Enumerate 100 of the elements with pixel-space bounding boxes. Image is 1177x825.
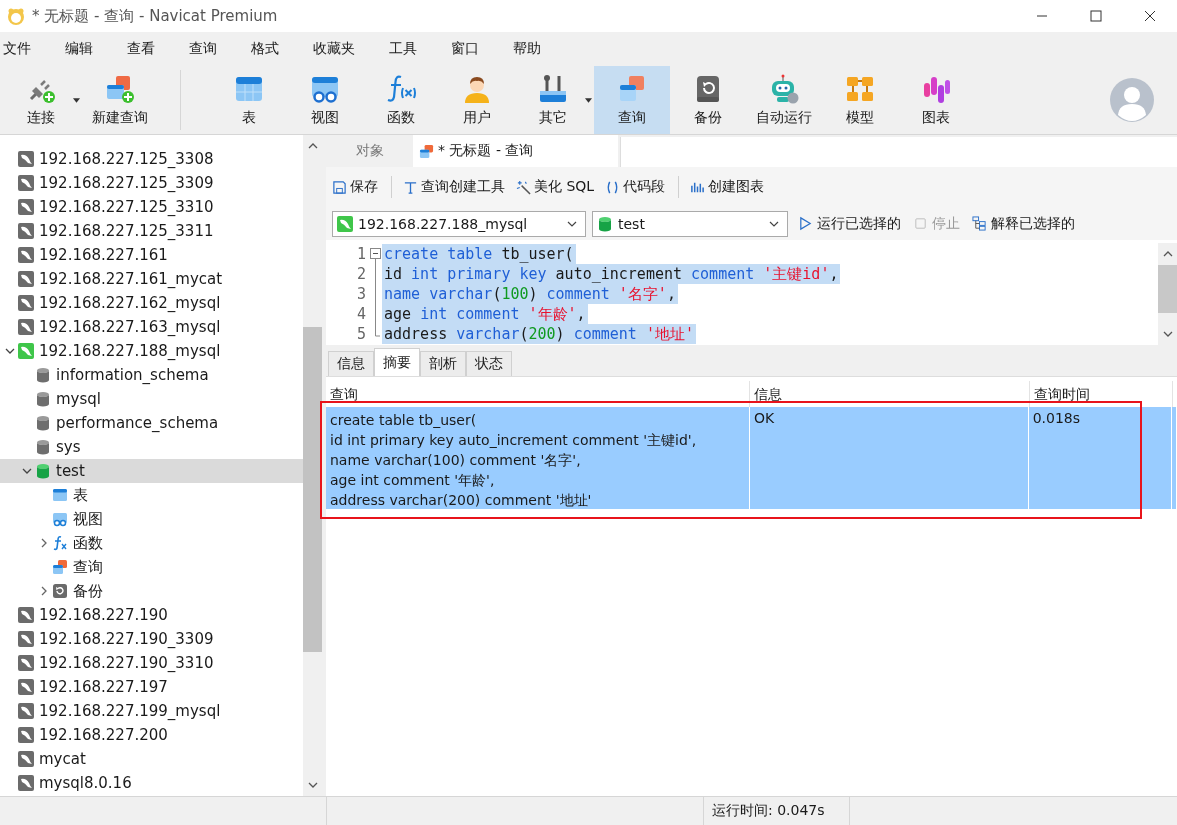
menu-item[interactable]: 查询 xyxy=(186,40,230,58)
database-active-icon xyxy=(35,463,51,479)
menu-item[interactable]: 格式 xyxy=(248,40,292,58)
toolbar-button[interactable]: 用户 xyxy=(439,66,515,134)
dropdown-caret-icon[interactable] xyxy=(73,97,80,103)
dolphin-icon xyxy=(18,775,34,791)
toolbar-button[interactable]: 备份 xyxy=(670,66,746,134)
dolphin-active-icon xyxy=(18,343,34,359)
menu-item[interactable]: 帮助 xyxy=(510,40,554,58)
tree-item[interactable]: test xyxy=(0,459,303,483)
connection-select[interactable]: 192.168.227.188_mysql xyxy=(332,210,586,237)
tree-item[interactable]: 视图 xyxy=(0,507,303,531)
scrollbar[interactable] xyxy=(303,135,322,796)
code-editor[interactable]: 1 create table tb_user( 2 id int primary key auto_increment comment '主键id', 3 name varchar(100) comment '名字', 4 age int comment '年龄', 5 address varchar(200) comment '地址' xyxy=(326,243,1177,348)
tree-item[interactable]: mycat xyxy=(0,747,303,771)
toolbar-button[interactable]: 美化 SQL xyxy=(516,178,595,196)
chevron-down-icon[interactable] xyxy=(5,346,15,356)
dolphin-icon xyxy=(18,247,34,263)
line-number: 2 xyxy=(355,265,367,283)
tab[interactable]: 信息 xyxy=(328,351,374,376)
table-cell: OK xyxy=(754,410,775,426)
toolbar-button[interactable]: 其它 xyxy=(515,66,591,134)
scrollbar-thumb[interactable] xyxy=(1158,265,1177,313)
toolbar-button[interactable]: 查询创建工具 xyxy=(403,178,505,196)
new-query-icon xyxy=(104,73,136,105)
tree-item[interactable]: performance_schema xyxy=(0,411,303,435)
toolbar-button[interactable]: 视图 xyxy=(287,66,363,134)
tree-item[interactable]: 192.168.227.161 xyxy=(0,243,303,267)
action-button[interactable]: 运行已选择的 xyxy=(798,214,901,233)
tree-item[interactable]: 192.168.227.188_mysql xyxy=(0,339,303,363)
menu-item[interactable]: 文件 xyxy=(0,40,44,58)
tree-item[interactable]: 192.168.227.161_mycat xyxy=(0,267,303,291)
scroll-up-icon[interactable] xyxy=(307,143,318,149)
tab[interactable]: * 无标题 - 查询 xyxy=(413,135,619,167)
dolphin-icon xyxy=(18,607,34,623)
tree-item[interactable]: 函数 xyxy=(0,531,303,555)
tree-item[interactable]: 192.168.227.162_mysql xyxy=(0,291,303,315)
tree-item[interactable]: 192.168.227.125_3309 xyxy=(0,171,303,195)
toolbar-button[interactable]: 模型 xyxy=(822,66,898,134)
chevron-down-icon xyxy=(769,220,779,227)
tree-item[interactable]: 表 xyxy=(0,483,303,507)
dolphin-active-icon xyxy=(337,215,353,232)
result-row[interactable]: create table tb_user( id int primary key auto_increment comment '主键id', name varchar(100) comment '名字', age int comment '年龄', address varchar(200) comment '地址' OK 0.018s xyxy=(326,407,1177,509)
toolbar-button[interactable]: 函数 xyxy=(363,66,439,134)
menu-item[interactable]: 查看 xyxy=(124,40,168,58)
database-icon xyxy=(35,439,51,455)
menu-item[interactable]: 工具 xyxy=(386,40,430,58)
toolbar-button[interactable]: 图表 xyxy=(898,66,974,134)
toolbar-button[interactable]: 新建查询 xyxy=(82,66,158,134)
backup-icon xyxy=(52,583,68,599)
toolbar-button[interactable]: 连接 xyxy=(3,66,79,134)
tab[interactable]: 剖析 xyxy=(420,351,466,376)
tree-item[interactable]: 192.168.227.190 xyxy=(0,603,303,627)
tree-item[interactable]: 192.168.227.190_3309 xyxy=(0,627,303,651)
tree-item[interactable]: 192.168.227.125_3311 xyxy=(0,219,303,243)
chevron-right-icon[interactable] xyxy=(39,538,49,548)
action-button[interactable]: 解释已选择的 xyxy=(972,214,1075,233)
tree-item[interactable]: 192.168.227.190_3310 xyxy=(0,651,303,675)
scroll-down-icon[interactable] xyxy=(307,782,318,788)
tree-item[interactable]: 192.168.227.200 xyxy=(0,723,303,747)
menu-item[interactable]: 收藏夹 xyxy=(310,40,368,58)
tree-item[interactable]: 192.168.227.125_3310 xyxy=(0,195,303,219)
database-icon xyxy=(35,391,51,407)
tree-item[interactable]: mysql xyxy=(0,387,303,411)
tree-item[interactable]: information_schema xyxy=(0,363,303,387)
magic-wand-icon xyxy=(516,179,531,195)
menu-item[interactable]: 窗口 xyxy=(448,40,492,58)
scrollbar-thumb[interactable] xyxy=(303,327,322,652)
chevron-down-icon[interactable] xyxy=(22,466,32,476)
dolphin-icon xyxy=(18,655,34,671)
toolbar-button[interactable]: 保存 xyxy=(332,178,378,196)
scroll-up-icon[interactable] xyxy=(1162,251,1173,257)
stop-icon xyxy=(913,216,928,231)
table-cell: 0.018s xyxy=(1032,410,1081,426)
chevron-right-icon[interactable] xyxy=(39,586,49,596)
diagram-icon xyxy=(972,216,987,231)
tree-item[interactable]: 备份 xyxy=(0,579,303,603)
query-icon xyxy=(419,143,434,159)
tree-item[interactable]: 查询 xyxy=(0,555,303,579)
tree-item[interactable]: 192.168.227.125_3308 xyxy=(0,147,303,171)
table-cell-text: name varchar(100) comment '名字', xyxy=(330,451,582,470)
toolbar-button[interactable]: 自动运行 xyxy=(746,66,822,134)
toolbar-button[interactable]: 表 xyxy=(211,66,287,134)
dropdown-caret-icon[interactable] xyxy=(585,97,592,103)
menu-item[interactable]: 编辑 xyxy=(62,40,106,58)
tools-icon xyxy=(537,73,569,105)
scroll-down-icon[interactable] xyxy=(1162,331,1173,337)
tab[interactable]: 对象 xyxy=(326,135,413,167)
tab[interactable]: 状态 xyxy=(466,351,512,376)
tab[interactable]: 摘要 xyxy=(374,348,420,376)
toolbar-button[interactable]: 创建图表 xyxy=(690,178,765,196)
toolbar-button[interactable]: 代码段 xyxy=(605,178,666,196)
tree-item[interactable]: 192.168.227.199_mysql xyxy=(0,699,303,723)
database-active-icon xyxy=(597,215,613,232)
tree-item[interactable]: sys xyxy=(0,435,303,459)
database-select[interactable]: test xyxy=(592,210,788,237)
tree-item[interactable]: mysql8.0.16 xyxy=(0,771,303,795)
toolbar-button[interactable]: 查询 xyxy=(594,66,670,134)
tree-item[interactable]: 192.168.227.163_mysql xyxy=(0,315,303,339)
tree-item[interactable]: 192.168.227.197 xyxy=(0,675,303,699)
